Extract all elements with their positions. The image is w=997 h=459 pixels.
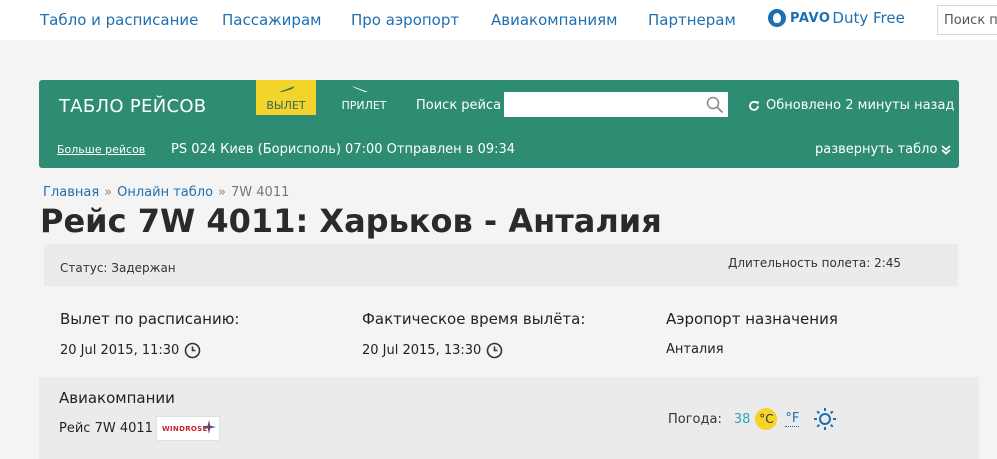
flight-status: Статус: Задержан xyxy=(60,261,176,275)
flight-search-input[interactable] xyxy=(504,92,728,117)
flight-label: Рейс xyxy=(59,421,91,436)
windrose-star-icon xyxy=(202,420,216,434)
weather-widget: Погода: 38 °C °F xyxy=(668,407,837,431)
breadcrumb-home[interactable]: Главная xyxy=(43,185,99,200)
weather-label: Погода: xyxy=(668,411,722,427)
breadcrumb-separator: » xyxy=(104,185,113,200)
tab-departure[interactable]: ВЫЛЕТ xyxy=(256,80,316,115)
actual-departure: Фактическое время вылёта: 20 Jul 2015, 1… xyxy=(362,310,585,359)
destination-label: Аэропорт назначения xyxy=(666,310,838,328)
status-value: Задержан xyxy=(111,261,176,275)
tab-arrival-label: ПРИЛЕТ xyxy=(341,99,387,112)
clock-icon xyxy=(487,342,503,359)
scheduled-departure-label: Вылет по расписанию: xyxy=(60,310,240,328)
weather-temperature: 38 xyxy=(733,411,751,427)
site-search-input[interactable]: Поиск по xyxy=(937,5,997,35)
nav-schedule[interactable]: Табло и расписание xyxy=(40,11,198,29)
celsius-toggle[interactable]: °C xyxy=(755,408,778,430)
page-title: Рейс 7W 4011: Харьков - Анталия xyxy=(40,202,662,240)
pavo-logo-icon xyxy=(768,9,786,27)
breadcrumb: Главная » Онлайн табло » 7W 4011 xyxy=(43,185,289,200)
expand-board-label: развернуть табло xyxy=(815,142,938,157)
actual-departure-time: 20 Jul 2015, 13:30 xyxy=(362,343,482,358)
top-navigation: Табло и расписание Пассажирам Про аэропо… xyxy=(0,0,997,40)
flight-ticker: PS 024 Киев (Борисполь) 07:00 Отправлен … xyxy=(171,142,516,157)
airline-flight: Рейс 7W 4011 xyxy=(59,421,153,436)
airline-weather-panel: Авиакомпании Рейс 7W 4011 WINDROSE Погод… xyxy=(39,377,979,459)
nav-airlines[interactable]: Авиакомпаниям xyxy=(491,11,618,29)
board-title: ТАБЛО РЕЙСОВ xyxy=(59,96,207,117)
refresh-icon xyxy=(749,100,759,111)
nav-partners[interactable]: Партнерам xyxy=(648,11,736,29)
fahrenheit-toggle[interactable]: °F xyxy=(785,411,800,427)
windrose-logo-text: WINDROSE xyxy=(162,425,208,433)
arrival-plane-icon xyxy=(352,86,368,92)
nav-about-airport[interactable]: Про аэропорт xyxy=(351,11,459,29)
dutyfree-link[interactable]: PAVO Duty Free xyxy=(768,9,905,27)
airlines-heading: Авиакомпании xyxy=(59,389,175,407)
more-flights-link[interactable]: Больше рейсов xyxy=(57,143,145,156)
status-bar: Статус: Задержан Длительность полета: 2:… xyxy=(44,244,958,286)
breadcrumb-current: 7W 4011 xyxy=(231,185,290,200)
tab-arrival[interactable]: ПРИЛЕТ xyxy=(329,80,399,115)
actual-departure-value: 20 Jul 2015, 13:30 xyxy=(362,342,585,359)
flight-duration: Длительность полета: 2:45 xyxy=(728,256,902,270)
updated-text: Обновлено 2 минуты назад xyxy=(766,98,955,113)
scheduled-departure: Вылет по расписанию: 20 Jul 2015, 11:30 xyxy=(60,310,239,359)
destination-value: Анталия xyxy=(666,342,724,357)
dutyfree-brand: PAVO xyxy=(790,10,831,26)
flight-board: ТАБЛО РЕЙСОВ ВЫЛЕТ ПРИЛЕТ Поиск рейса Об… xyxy=(39,80,959,168)
status-label: Статус: xyxy=(60,261,108,275)
flight-search-label: Поиск рейса xyxy=(416,98,502,113)
clock-icon xyxy=(185,342,201,359)
nav-passengers[interactable]: Пассажирам xyxy=(222,11,321,29)
scheduled-departure-time: 20 Jul 2015, 11:30 xyxy=(60,343,180,358)
breadcrumb-online-board[interactable]: Онлайн табло xyxy=(117,185,213,200)
chevron-double-down-icon xyxy=(941,144,952,155)
dutyfree-label: Duty Free xyxy=(832,9,905,27)
scheduled-departure-value: 20 Jul 2015, 11:30 xyxy=(60,342,239,359)
destination-airport: Аэропорт назначения Анталия xyxy=(666,310,838,357)
tab-departure-label: ВЫЛЕТ xyxy=(266,99,306,112)
expand-board-button[interactable]: развернуть табло xyxy=(815,142,952,157)
actual-departure-label: Фактическое время вылёта: xyxy=(362,310,586,328)
breadcrumb-separator: » xyxy=(218,185,227,200)
search-icon[interactable] xyxy=(706,96,724,114)
windrose-logo: WINDROSE xyxy=(156,416,220,441)
refresh-status[interactable]: Обновлено 2 минуты назад xyxy=(748,98,954,113)
flight-number: 7W 4011 xyxy=(94,421,153,436)
departure-plane-icon xyxy=(279,86,295,92)
sun-icon xyxy=(814,408,837,430)
